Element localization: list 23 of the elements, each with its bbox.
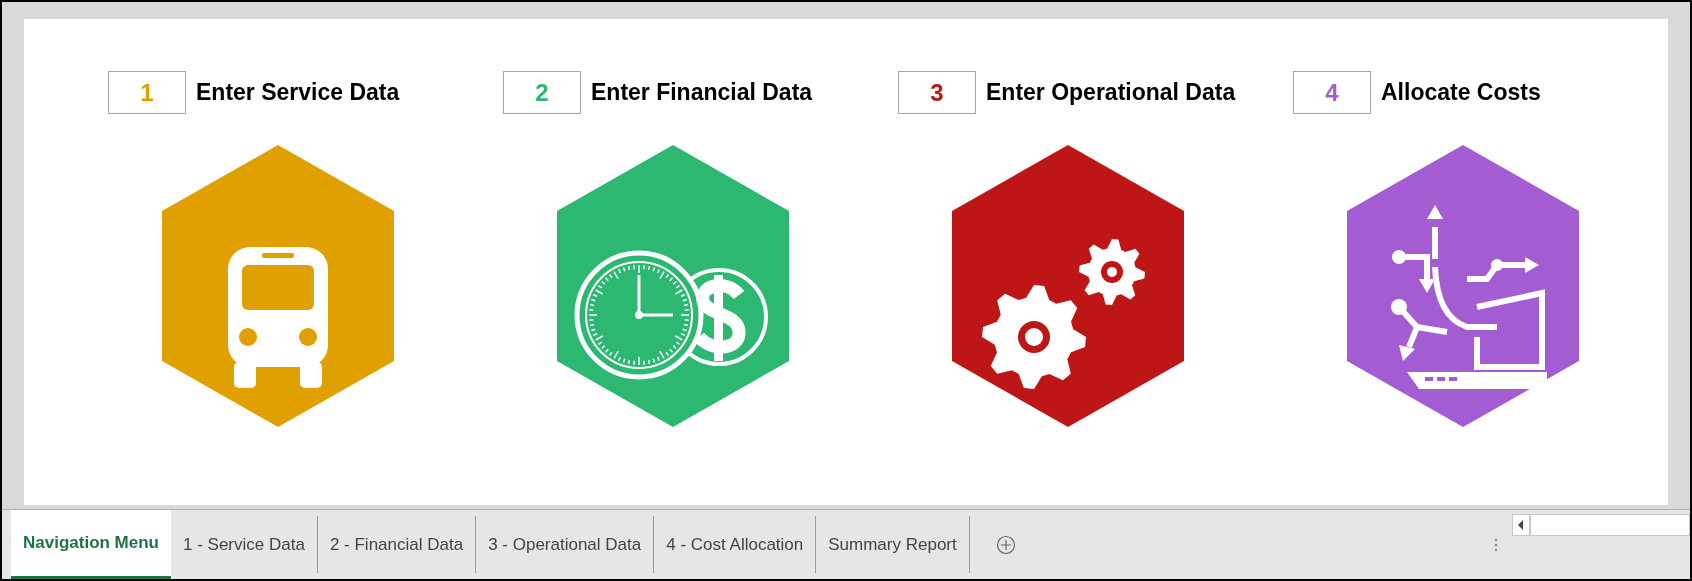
- add-sheet-icon[interactable]: [995, 534, 1016, 555]
- gears-icon[interactable]: [952, 145, 1184, 427]
- splitter-handle-icon[interactable]: [1494, 537, 1498, 552]
- sheet-tab[interactable]: Navigation Menu: [11, 510, 171, 579]
- step-number: 3: [898, 71, 976, 114]
- sheet-tab[interactable]: Summary Report: [816, 510, 969, 579]
- branching-arrows-icon[interactable]: [1347, 145, 1579, 427]
- bus-icon[interactable]: [162, 145, 394, 427]
- clock-dollar-icon[interactable]: [557, 145, 789, 427]
- step-label: Enter Operational Data: [986, 78, 1236, 108]
- step-label: Enter Service Data: [196, 78, 400, 108]
- sheet-tab[interactable]: 4 - Cost Allocation: [654, 510, 816, 579]
- sheet-tab[interactable]: 2 - Financial Data: [317, 510, 476, 579]
- sheet-tab[interactable]: 3 - Operational Data: [476, 510, 654, 579]
- step-number: 1: [108, 71, 186, 114]
- sheet-tab[interactable]: 1 - Service Data: [171, 510, 317, 579]
- step-number: 2: [503, 71, 581, 114]
- left-arrow-icon: [1518, 520, 1524, 530]
- step-number: 4: [1293, 71, 1371, 114]
- horizontal-scrollbar[interactable]: [1530, 514, 1690, 536]
- step-label: Enter Financial Data: [591, 78, 813, 108]
- step-label: Allocate Costs: [1381, 78, 1541, 108]
- scroll-left-button[interactable]: [1512, 514, 1530, 536]
